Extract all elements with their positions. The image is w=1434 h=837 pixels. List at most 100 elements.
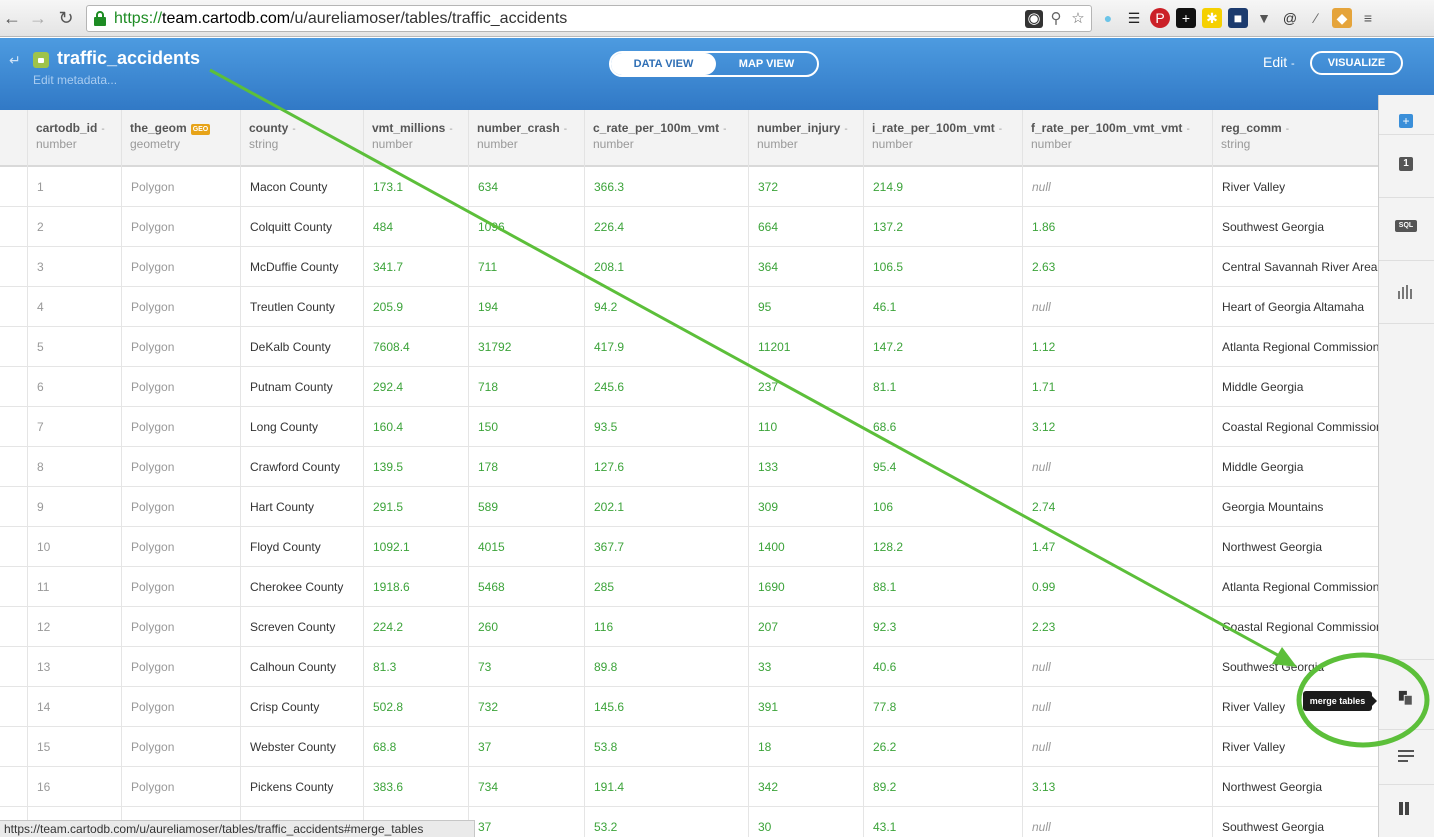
table-cell[interactable]: Polygon (121, 327, 240, 367)
table-row[interactable]: 9 Polygon Hart County 291.5 589 202.1 309 106 2.… (0, 487, 1378, 527)
table-row[interactable]: 13 Polygon Calhoun County 81.3 73 89.8 33 40.6 n… (0, 647, 1378, 687)
table-row[interactable]: 12 Polygon Screven County 224.2 260 116 207 92.… (0, 607, 1378, 647)
at-notification-icon[interactable]: @ (1280, 8, 1300, 28)
table-cell[interactable]: 4015 (468, 527, 584, 567)
table-cell[interactable]: 484 (363, 207, 468, 247)
column-header[interactable]: number_injury - number (748, 110, 863, 167)
map-view-tab[interactable]: MAP VIEW (716, 53, 817, 75)
table-cell[interactable]: 226.4 (584, 207, 748, 247)
table-cell[interactable]: 173.1 (363, 167, 468, 207)
table-cell[interactable]: 9 (27, 487, 121, 527)
table-cell[interactable]: Atlanta Regional Commission (1212, 567, 1378, 607)
table-cell[interactable]: 33 (748, 647, 863, 687)
table-cell[interactable]: 664 (748, 207, 863, 247)
column-header[interactable]: c_rate_per_100m_vmt - number (584, 110, 748, 167)
table-cell[interactable]: 309 (748, 487, 863, 527)
column-header[interactable]: cartodb_id - number (27, 110, 121, 167)
table-cell[interactable]: Heart of Georgia Altamaha (1212, 287, 1378, 327)
edit-metadata-link[interactable]: Edit metadata... (33, 73, 117, 87)
table-cell[interactable]: Polygon (121, 767, 240, 807)
table-cell[interactable]: 734 (468, 767, 584, 807)
table-row[interactable]: 7 Polygon Long County 160.4 150 93.5 110 68.6 3.… (0, 407, 1378, 447)
password-lock-icon[interactable]: ■ (1228, 8, 1248, 28)
table-cell[interactable]: 31792 (468, 327, 584, 367)
table-cell[interactable]: Cherokee County (240, 567, 363, 607)
table-cell[interactable]: 1 (27, 167, 121, 207)
table-cell[interactable]: Georgia Mountains (1212, 487, 1378, 527)
table-cell[interactable]: Polygon (121, 367, 240, 407)
table-cell[interactable]: Northwest Georgia (1212, 767, 1378, 807)
table-cell[interactable]: Southwest Georgia (1212, 807, 1378, 837)
table-cell[interactable]: 11 (27, 567, 121, 607)
table-cell[interactable]: 3.12 (1022, 407, 1212, 447)
table-cell[interactable]: 417.9 (584, 327, 748, 367)
table-cell[interactable]: 5468 (468, 567, 584, 607)
table-cell[interactable]: 372 (748, 167, 863, 207)
table-cell[interactable]: 224.2 (363, 607, 468, 647)
forward-arrow-icon[interactable]: → (28, 7, 48, 29)
table-cell[interactable]: 95 (748, 287, 863, 327)
column-options-caret[interactable]: - (292, 124, 295, 135)
table-cell[interactable]: Long County (240, 407, 363, 447)
table-cell[interactable]: null (1022, 447, 1212, 487)
back-arrow-icon[interactable]: ← (2, 7, 22, 29)
table-cell[interactable]: 8 (27, 447, 121, 487)
table-row[interactable]: 5 Polygon DeKalb County 7608.4 31792 417.9 112… (0, 327, 1378, 367)
table-cell[interactable]: 1918.6 (363, 567, 468, 607)
table-cell[interactable]: Polygon (121, 647, 240, 687)
table-cell[interactable]: 127.6 (584, 447, 748, 487)
table-cell[interactable]: 116 (584, 607, 748, 647)
data-view-tab[interactable]: DATA VIEW (611, 53, 716, 75)
table-cell[interactable]: 81.1 (863, 367, 1022, 407)
table-cell[interactable]: 110 (748, 407, 863, 447)
table-cell[interactable]: 5 (27, 327, 121, 367)
table-cell[interactable]: 37 (468, 807, 584, 837)
table-cell[interactable]: Polygon (121, 167, 240, 207)
table-cell[interactable]: Polygon (121, 447, 240, 487)
table-cell[interactable]: 1.47 (1022, 527, 1212, 567)
table-cell[interactable]: Polygon (121, 607, 240, 647)
table-cell[interactable]: 1.86 (1022, 207, 1212, 247)
table-row[interactable]: 1 Polygon Macon County 173.1 634 366.3 372 214.… (0, 167, 1378, 207)
column-options-caret[interactable]: - (449, 124, 452, 135)
table-cell[interactable]: 68.8 (363, 727, 468, 767)
table-cell[interactable]: Polygon (121, 727, 240, 767)
column-options-caret[interactable]: - (1286, 124, 1289, 135)
table-cell[interactable]: 30 (748, 807, 863, 837)
star-extension-icon[interactable]: ✱ (1202, 8, 1222, 28)
table-cell[interactable]: 291.5 (363, 487, 468, 527)
table-cell[interactable]: Polygon (121, 687, 240, 727)
table-cell[interactable]: Southwest Georgia (1212, 647, 1378, 687)
table-row[interactable]: 11 Polygon Cherokee County 1918.6 5468 285 169… (0, 567, 1378, 607)
table-cell[interactable]: 15 (27, 727, 121, 767)
table-cell[interactable]: 133 (748, 447, 863, 487)
table-cell[interactable]: 364 (748, 247, 863, 287)
visualize-button[interactable]: VISUALIZE (1310, 51, 1403, 75)
table-cell[interactable]: null (1022, 167, 1212, 207)
table-cell[interactable]: 502.8 (363, 687, 468, 727)
table-cell[interactable]: Macon County (240, 167, 363, 207)
column-options-caret[interactable]: - (999, 124, 1002, 135)
table-cell[interactable]: 89.2 (863, 767, 1022, 807)
table-cell[interactable]: 43.1 (863, 807, 1022, 837)
table-row[interactable]: 10 Polygon Floyd County 1092.1 4015 367.7 1400… (0, 527, 1378, 567)
table-cell[interactable]: 366.3 (584, 167, 748, 207)
table-cell[interactable]: 292.4 (363, 367, 468, 407)
table-cell[interactable]: 1092.1 (363, 527, 468, 567)
table-cell[interactable]: Floyd County (240, 527, 363, 567)
table-cell[interactable]: Polygon (121, 487, 240, 527)
column-options-caret[interactable]: - (723, 124, 726, 135)
filters-item[interactable]: 1 (1379, 135, 1434, 198)
table-row[interactable]: 8 Polygon Crawford County 139.5 178 127.6 133 9… (0, 447, 1378, 487)
table-cell[interactable]: 14 (27, 687, 121, 727)
table-cell[interactable]: 2 (27, 207, 121, 247)
table-row[interactable]: 16 Polygon Pickens County 383.6 734 191.4 342 8… (0, 767, 1378, 807)
table-cell[interactable]: 106.5 (863, 247, 1022, 287)
table-cell[interactable]: 128.2 (863, 527, 1022, 567)
table-cell[interactable]: 2.23 (1022, 607, 1212, 647)
table-cell[interactable]: 4 (27, 287, 121, 327)
table-cell[interactable]: Hart County (240, 487, 363, 527)
table-cell[interactable]: 37 (468, 727, 584, 767)
table-cell[interactable]: 106 (863, 487, 1022, 527)
column-options-caret[interactable]: - (1186, 124, 1189, 135)
